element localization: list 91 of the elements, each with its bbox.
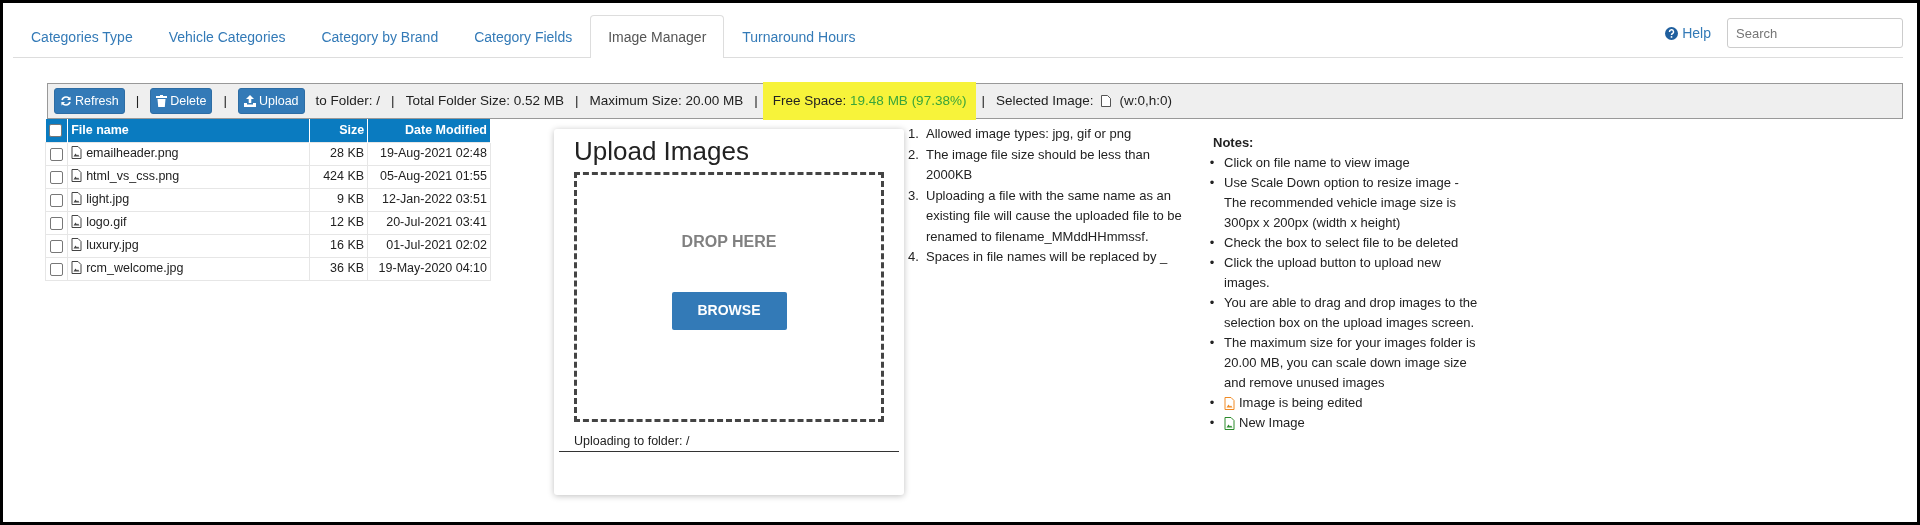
trash-icon [156,95,168,107]
file-size: 9 KB [337,192,365,207]
note-text: Use Scale Down option to resize image - The recommended vehicle image size is 300px x 200px (width x height) [1224,174,1460,232]
help-icon [1665,26,1679,40]
file-size: 424 KB [323,169,365,184]
tab[interactable]: Categories Type [13,15,151,58]
separator: | [391,91,395,110]
separator: | [574,91,579,110]
note-text: Image is being edited [1239,394,1363,412]
file-name-link[interactable]: luxury.jpg [86,238,139,253]
modified-date: 19-May-2020 04:10 [378,261,487,276]
tab[interactable]: Turnaround Hours [724,15,874,58]
separator: | [135,91,140,110]
column-header: Size [339,123,365,137]
note-text: Check the box to select file to be deleted [1224,234,1459,252]
file-name-link[interactable]: light.jpg [86,192,130,207]
notes-title: Notes: [1213,134,1255,152]
note-text: Click the upload button to upload new images. [1224,254,1442,292]
separator: | [223,91,227,110]
refresh-icon [60,95,72,107]
toolbar-label: Maximum Size: 20.00 MB [589,91,744,110]
row-checkbox[interactable] [50,262,64,276]
file-icon [71,238,83,252]
file-icon [71,169,83,183]
toolbar-button[interactable]: Refresh [54,87,125,115]
select-all-checkbox[interactable] [48,124,62,138]
free-space-label: Free Space: 19.48 MB (97.38%) [762,81,977,121]
row-checkbox[interactable] [50,239,64,253]
panel-title: Upload Images [574,137,750,166]
bullet: • [1209,174,1215,192]
file-size: 36 KB [330,261,365,276]
row-checkbox[interactable] [50,193,64,207]
modified-date: 19-Aug-2021 02:48 [379,146,487,161]
modified-date: 05-Aug-2021 01:55 [379,169,487,184]
bullet: • [1209,234,1215,252]
file-size: 16 KB [330,238,365,253]
drop-hint: DROP HERE [681,231,777,252]
separator: | [754,91,758,110]
bullet: • [1209,334,1215,352]
rule-item: Allowed image types: jpg, gif or png [926,125,1132,143]
image-size: (w:0,h:0) [1119,91,1172,110]
tab[interactable]: Category by Brand [303,15,457,58]
rule-item: Spaces in file names will be replaced by _ [926,248,1168,266]
edited-image-icon [1224,396,1235,410]
note-text: The maximum size for your images folder is 20.00 MB, you can scale down image size and remove unused images [1224,334,1477,392]
file-size: 12 KB [330,215,365,230]
bullet: • [1209,414,1215,432]
rule-item: The image file size should be less than 2000KB [926,145,1151,184]
rule-number: 2. [908,145,920,164]
new-image-icon [1224,416,1235,430]
modified-date: 12-Jan-2022 03:51 [382,192,487,207]
modified-date: 20-Jul-2021 03:41 [386,215,487,230]
file-icon [71,215,83,229]
file-icon [71,261,83,275]
row-checkbox[interactable] [50,216,64,230]
column-header: Date Modified [405,123,487,137]
browse-button[interactable]: BROWSE [671,291,787,330]
modified-date: 01-Jul-2021 02:02 [386,238,487,253]
bullet: • [1209,394,1215,412]
toolbar-label: Selected Image: [995,91,1094,110]
file-name-link[interactable]: logo.gif [86,215,127,230]
toolbar-button[interactable]: Delete [150,87,213,115]
toolbar-label: Total Folder Size: 0.52 MB [405,91,564,110]
separator: | [981,91,985,110]
tab[interactable]: Image Manager [590,15,725,58]
note-text: You are able to drag and drop images to the selection box on the upload images screen. [1224,294,1479,332]
rule-number: 4. [908,248,920,266]
rule-number: 3. [908,186,920,205]
upload-icon [243,95,256,107]
file-icon [71,192,83,206]
file-icon [1101,95,1112,107]
row-checkbox[interactable] [50,147,64,161]
tab[interactable]: Vehicle Categories [150,15,304,58]
rule-number: 1. [908,125,920,143]
row-checkbox[interactable] [50,170,64,184]
tab[interactable]: Category Fields [456,15,591,58]
note-text: New Image [1239,414,1305,432]
toolbar-button[interactable]: Upload [237,87,305,115]
file-icon [71,146,83,160]
bullet: • [1209,254,1215,272]
search-field[interactable]: Search [1727,18,1903,48]
column-header: File name [71,123,129,137]
toolbar-label: to Folder: / [315,91,381,110]
rule-item: Uploading a file with the same name as an existing file will cause the uploaded file to be renamed to filename_MMddHHmmssf. [926,186,1183,246]
bullet: • [1209,294,1215,312]
help-link[interactable]: Help [1665,22,1711,44]
folder-label: Uploading to folder: / [574,433,690,448]
note-text: Click on file name to view image [1224,154,1410,172]
bullet: • [1209,154,1215,172]
file-size: 28 KB [330,146,365,161]
drop-zone[interactable]: DROP HERE BROWSE [574,171,884,422]
